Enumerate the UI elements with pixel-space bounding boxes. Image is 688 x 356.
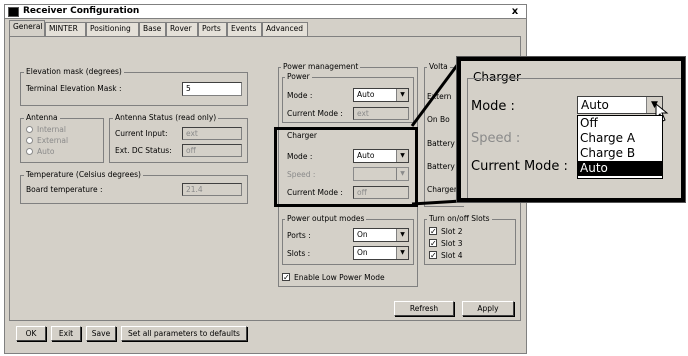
zoom-mode-select[interactable]: Auto ▼ (577, 96, 663, 114)
elevation-mask-label: Terminal Elevation Mask : (26, 84, 122, 93)
slot-3-checkbox[interactable]: ✓ (429, 239, 437, 248)
current-input-field: ext (182, 127, 242, 140)
chevron-down-icon[interactable]: ▼ (396, 150, 408, 162)
low-power-label: Enable Low Power Mode (294, 273, 385, 282)
antenna-internal-radio[interactable] (26, 126, 33, 133)
slot-2-checkbox[interactable]: ✓ (429, 227, 437, 236)
charger-mode-label: Mode : (287, 152, 313, 161)
zoom-current-mode-label: Current Mode : (471, 159, 568, 174)
dropdown-option-charge-a[interactable]: Charge A (578, 131, 662, 146)
charger-speed-select[interactable]: ▼ (353, 167, 409, 181)
slots-group-title: Turn on/off Slots (427, 214, 492, 223)
slots-select[interactable]: On ▼ (353, 246, 409, 260)
charger-speed-label: Speed : (287, 170, 316, 179)
antenna-internal-label: Internal (37, 125, 66, 134)
slot-4-label: Slot 4 (441, 251, 463, 260)
power-mode-select[interactable]: Auto ▼ (353, 88, 409, 102)
dropdown-option-auto[interactable]: Auto (578, 161, 662, 176)
voltage-row-4: Charger (427, 185, 457, 194)
zoom-mode-value: Auto (581, 98, 609, 112)
app-icon (8, 7, 19, 17)
power-current-mode-field: ext (353, 107, 409, 120)
voltage-row-3: Battery (427, 162, 455, 171)
zoom-mode-label: Mode : (471, 99, 515, 114)
save-button[interactable]: Save (86, 326, 116, 341)
exit-button[interactable]: Exit (51, 326, 81, 341)
ports-value: On (357, 230, 368, 239)
tab-base[interactable]: Base (139, 22, 166, 36)
antenna-external-radio[interactable] (26, 137, 33, 144)
ports-select[interactable]: On ▼ (353, 228, 409, 242)
set-defaults-button[interactable]: Set all parameters to defaults (121, 326, 247, 341)
zoom-mode-dropdown-list[interactable]: Off Charge A Charge B Auto (577, 115, 663, 179)
charger-current-mode-field: off (353, 186, 409, 199)
tab-ports[interactable]: Ports (198, 22, 227, 36)
slot-4-checkbox[interactable]: ✓ (429, 251, 437, 260)
tab-rover[interactable]: Rover (166, 22, 198, 36)
antenna-status-title: Antenna Status (read only) (113, 113, 219, 122)
slots-label: Slots : (287, 249, 311, 258)
chevron-down-icon[interactable]: ▼ (396, 247, 408, 259)
power-current-mode-label: Current Mode : (287, 109, 343, 118)
tab-positioning[interactable]: Positioning (86, 22, 139, 36)
power-output-title: Power output modes (285, 214, 367, 223)
slots-value: On (357, 248, 368, 257)
dc-status-field: off (182, 144, 242, 157)
ports-label: Ports : (287, 231, 311, 240)
tab-advanced[interactable]: Advanced (262, 22, 308, 36)
tab-events[interactable]: Events (227, 22, 262, 36)
zoom-speed-label: Speed : (471, 131, 521, 146)
power-mode-label: Mode : (287, 91, 313, 100)
charger-title: Charger (287, 131, 317, 140)
slot-2-label: Slot 2 (441, 227, 463, 236)
dc-status-label: Ext. DC Status: (115, 146, 172, 155)
board-temperature-field: 21.4 (182, 183, 242, 196)
antenna-auto-label: Auto (37, 147, 55, 156)
voltage-row-2: Battery (427, 139, 455, 148)
board-temperature-label: Board temperature : (26, 185, 103, 194)
power-mode-value: Auto (357, 90, 375, 99)
chevron-down-icon[interactable]: ▼ (396, 168, 408, 180)
dropdown-option-off[interactable]: Off (578, 116, 662, 131)
charger-current-mode-label: Current Mode : (287, 188, 343, 197)
voltage-row-0: Extern (427, 92, 452, 101)
power-management-title: Power management (281, 62, 361, 71)
antenna-group-title: Antenna (24, 113, 60, 122)
elevation-mask-field[interactable]: 5 (182, 82, 242, 96)
tab-minter[interactable]: MINTER (45, 22, 86, 36)
window-title: Receiver Configuration (23, 6, 140, 16)
chevron-down-icon[interactable]: ▼ (396, 89, 408, 101)
low-power-checkbox[interactable]: ✓ (282, 273, 290, 282)
title-bar[interactable]: Receiver Configuration x (5, 5, 526, 19)
tab-general[interactable]: General (9, 20, 45, 37)
charger-mode-select[interactable]: Auto ▼ (353, 149, 409, 163)
power-subgroup-title: Power (285, 72, 312, 81)
antenna-auto-radio[interactable] (26, 148, 33, 155)
refresh-button[interactable]: Refresh (394, 301, 454, 316)
elevation-group-title: Elevation mask (degrees) (24, 67, 124, 76)
dropdown-option-charge-b[interactable]: Charge B (578, 146, 662, 161)
charger-mode-value: Auto (357, 151, 375, 160)
slot-3-label: Slot 3 (441, 239, 463, 248)
slots-group (424, 219, 516, 265)
close-icon[interactable]: x (508, 5, 522, 18)
voltages-title: Volta (427, 62, 450, 71)
charger-zoom-callout: Charger Mode : Auto ▼ Speed : Current Mo… (457, 57, 685, 202)
current-input-label: Current Input: (115, 129, 168, 138)
antenna-external-label: External (37, 136, 69, 145)
ok-button[interactable]: OK (16, 326, 46, 341)
receiver-config-window: Receiver Configuration x General MINTER … (4, 4, 527, 354)
voltage-row-1: On Bo (427, 115, 450, 124)
apply-button[interactable]: Apply (462, 301, 514, 316)
general-tab-panel: Elevation mask (degrees) Terminal Elevat… (9, 36, 521, 321)
temperature-group-title: Temperature (Celsius degrees) (24, 170, 143, 179)
chevron-down-icon[interactable]: ▼ (396, 229, 408, 241)
